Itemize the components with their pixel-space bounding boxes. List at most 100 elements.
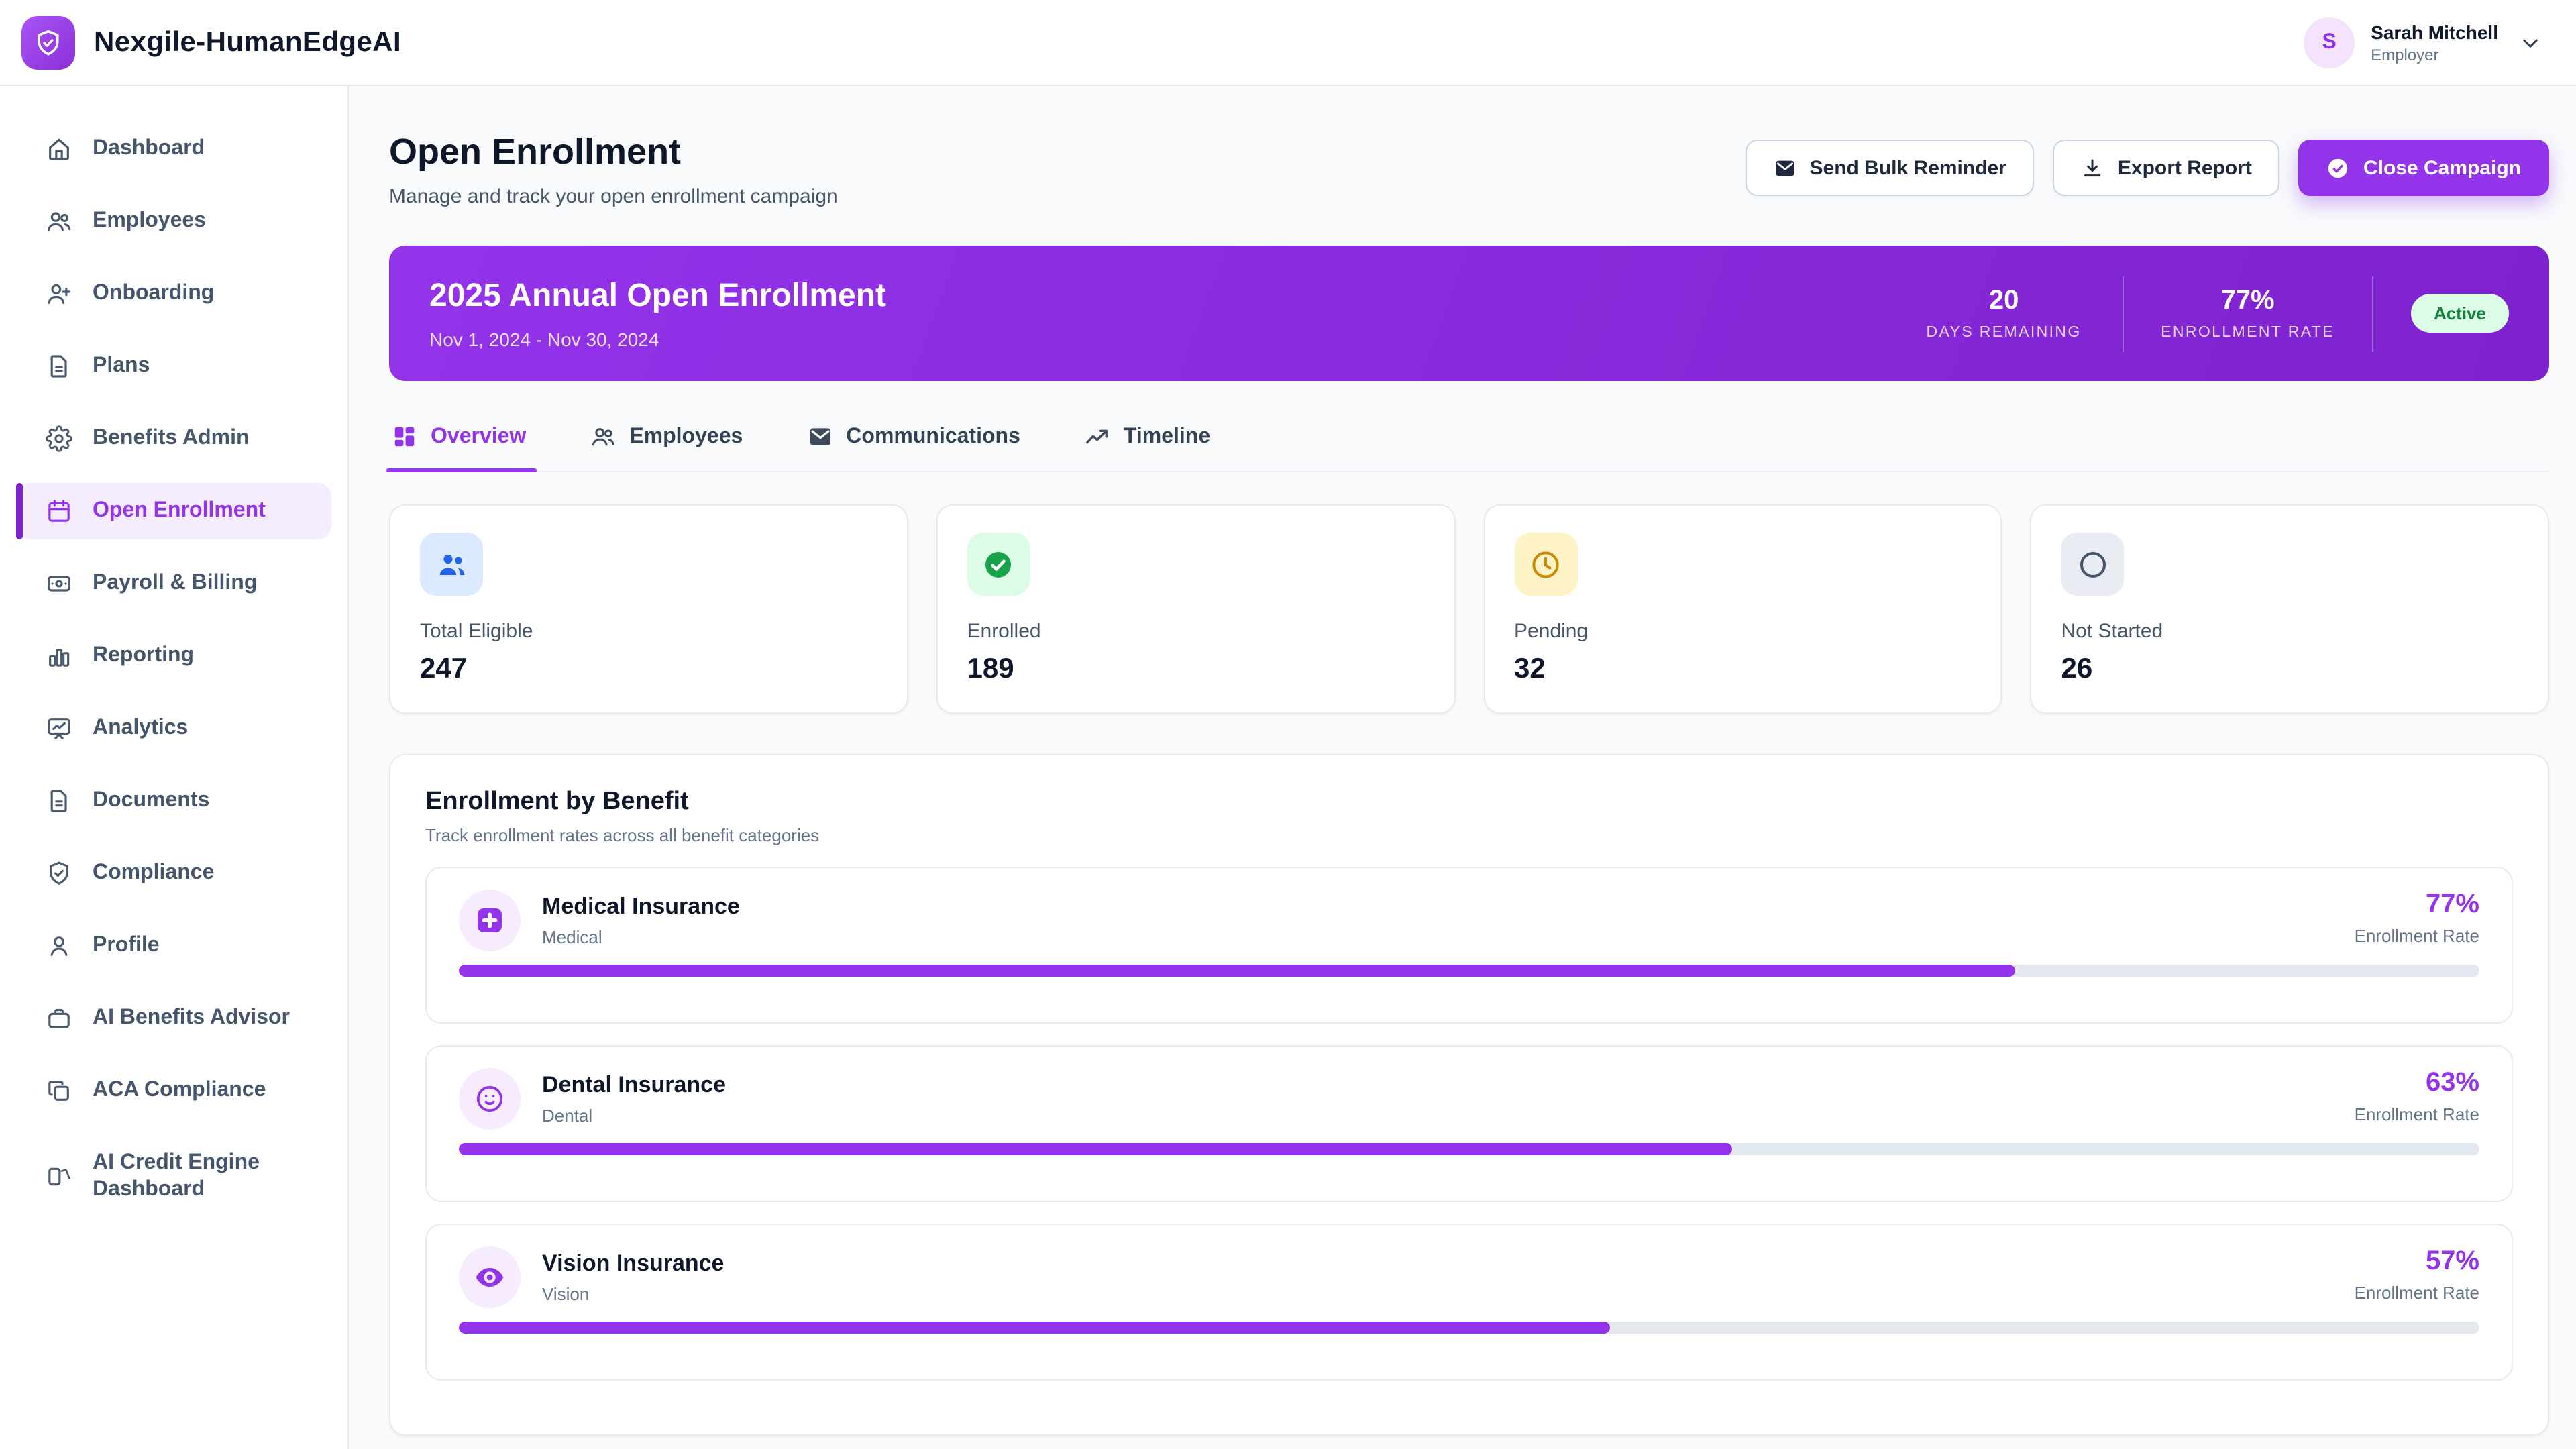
campaign-date-range: Nov 1, 2024 - Nov 30, 2024 bbox=[429, 328, 886, 350]
sidebar-item[interactable]: ACA Compliance bbox=[16, 1063, 331, 1119]
tab[interactable]: Overview bbox=[389, 424, 529, 471]
benefit-rate-value: 63% bbox=[2355, 1068, 2479, 1099]
sidebar-item-label: Compliance bbox=[93, 860, 214, 887]
sidebar: Dashboard Employees Onboarding Plans Ben… bbox=[0, 86, 349, 1449]
tab-label: Timeline bbox=[1124, 425, 1210, 449]
benefit-name: Vision Insurance bbox=[542, 1250, 724, 1277]
stat-card-grid: Total Eligible 247 Enrolled 189 Pending … bbox=[389, 504, 2549, 714]
benefit-category: Vision bbox=[542, 1284, 724, 1304]
shield-check-icon bbox=[34, 28, 63, 57]
stat-card: Total Eligible 247 bbox=[389, 504, 908, 714]
benefit-identity: Dental Insurance Dental bbox=[459, 1068, 726, 1130]
stat-icon-wrap bbox=[967, 533, 1030, 596]
sidebar-item-label: Payroll & Billing bbox=[93, 570, 257, 597]
page-subtitle: Manage and track your open enrollment ca… bbox=[389, 185, 838, 208]
sidebar-item[interactable]: Employees bbox=[16, 193, 331, 250]
tab-label: Overview bbox=[431, 425, 526, 449]
progress-track bbox=[459, 1143, 2479, 1155]
sidebar-item[interactable]: Payroll & Billing bbox=[16, 555, 331, 612]
enrollment-by-benefit-panel: Enrollment by Benefit Track enrollment r… bbox=[389, 754, 2549, 1436]
benefit-identity: Vision Insurance Vision bbox=[459, 1246, 724, 1308]
sidebar-item[interactable]: Benefits Admin bbox=[16, 411, 331, 467]
benefit-list: Medical Insurance Medical 77% Enrollment… bbox=[425, 867, 2513, 1381]
benefit-rate-value: 77% bbox=[2355, 890, 2479, 920]
download-icon bbox=[2082, 156, 2104, 179]
credit-card-icon bbox=[46, 570, 72, 597]
sidebar-item[interactable]: Profile bbox=[16, 918, 331, 974]
benefit-header: Dental Insurance Dental 63% Enrollment R… bbox=[459, 1068, 2479, 1130]
tab-bar: Overview Employees Communications Timeli… bbox=[389, 424, 2549, 472]
tab-label: Employees bbox=[629, 425, 743, 449]
app-root: Nexgile-HumanEdgeAI S Sarah Mitchell Emp… bbox=[0, 0, 2576, 1449]
sidebar-item-label: Documents bbox=[93, 788, 209, 814]
benefit-stats-row bbox=[459, 1171, 2479, 1179]
benefit-rate: 63% Enrollment Rate bbox=[2355, 1068, 2479, 1124]
clock-icon bbox=[1529, 548, 1562, 580]
sidebar-item[interactable]: Analytics bbox=[16, 700, 331, 757]
stat-label: Total Eligible bbox=[420, 620, 877, 643]
action-button-label: Close Campaign bbox=[2363, 156, 2521, 179]
divider bbox=[2372, 276, 2373, 351]
tab[interactable]: Communications bbox=[804, 424, 1023, 471]
sidebar-item[interactable]: AI Credit Engine Dashboard bbox=[16, 1135, 331, 1218]
tab[interactable]: Employees bbox=[588, 424, 745, 471]
action-button[interactable]: Send Bulk Reminder bbox=[1746, 140, 2035, 196]
sidebar-item-label: Plans bbox=[93, 353, 150, 380]
benefit-stat bbox=[1974, 1171, 2479, 1179]
users-filled-icon bbox=[435, 548, 468, 580]
stat-card: Pending 32 bbox=[1483, 504, 2002, 714]
user-icon bbox=[46, 932, 72, 959]
benefit-titles: Vision Insurance Vision bbox=[542, 1250, 724, 1304]
home-icon bbox=[46, 136, 72, 162]
panel-title: Enrollment by Benefit bbox=[425, 788, 2513, 817]
users-icon bbox=[46, 208, 72, 235]
medical-cross-icon bbox=[474, 904, 506, 936]
user-role: Employer bbox=[2371, 45, 2498, 64]
benefit-name: Dental Insurance bbox=[542, 1072, 726, 1099]
action-button[interactable]: Export Report bbox=[2053, 140, 2280, 196]
mail-icon bbox=[807, 424, 833, 449]
avatar-initial: S bbox=[2322, 30, 2336, 54]
sidebar-item-label: ACA Compliance bbox=[93, 1077, 266, 1104]
app-logo bbox=[21, 15, 75, 69]
sidebar-item[interactable]: Reporting bbox=[16, 628, 331, 684]
avatar: S bbox=[2304, 17, 2355, 68]
benefit-card: Medical Insurance Medical 77% Enrollment… bbox=[425, 867, 2513, 1024]
circle-icon bbox=[2077, 548, 2109, 580]
user-meta: Sarah Mitchell Employer bbox=[2371, 21, 2498, 64]
sidebar-item-label: Profile bbox=[93, 932, 160, 959]
benefit-stat bbox=[459, 1171, 964, 1179]
benefit-stat bbox=[1469, 1171, 1974, 1179]
campaign-banner: 2025 Annual Open Enrollment Nov 1, 2024 … bbox=[389, 246, 2549, 381]
sidebar-item-label: Employees bbox=[93, 208, 206, 235]
sidebar-item-label: Benefits Admin bbox=[93, 425, 250, 452]
tab[interactable]: Timeline bbox=[1082, 424, 1213, 471]
sidebar-item[interactable]: AI Benefits Advisor bbox=[16, 990, 331, 1046]
benefit-name: Medical Insurance bbox=[542, 894, 740, 920]
sidebar-item[interactable]: Plans bbox=[16, 338, 331, 394]
sidebar-item[interactable]: Compliance bbox=[16, 845, 331, 902]
campaign-metrics: 20 DAYS REMAINING 77% ENROLLMENT RATE Ac… bbox=[1923, 276, 2509, 351]
benefit-identity: Medical Insurance Medical bbox=[459, 890, 740, 951]
benefit-rate: 77% Enrollment Rate bbox=[2355, 890, 2479, 946]
progress-fill bbox=[459, 1143, 1732, 1155]
benefit-stat bbox=[459, 1350, 964, 1358]
user-menu[interactable]: S Sarah Mitchell Employer bbox=[2304, 17, 2541, 68]
action-button[interactable]: Close Campaign bbox=[2299, 140, 2549, 196]
check-circle-filled-icon bbox=[983, 548, 1015, 580]
sidebar-item[interactable]: Open Enrollment bbox=[16, 483, 331, 539]
sidebar-item[interactable]: Documents bbox=[16, 773, 331, 829]
gear-icon bbox=[46, 425, 72, 452]
sidebar-item-label: Onboarding bbox=[93, 280, 214, 307]
stat-value: 247 bbox=[420, 653, 877, 686]
benefit-rate-label: Enrollment Rate bbox=[2355, 1104, 2479, 1124]
benefit-stat bbox=[1469, 993, 1974, 1001]
grid-icon bbox=[392, 424, 417, 449]
panel-subtitle: Track enrollment rates across all benefi… bbox=[425, 825, 2513, 845]
progress-track bbox=[459, 1322, 2479, 1334]
sidebar-item[interactable]: Onboarding bbox=[16, 266, 331, 322]
action-button-label: Export Report bbox=[2118, 156, 2252, 179]
stat-card: Enrolled 189 bbox=[936, 504, 1456, 714]
sidebar-item[interactable]: Dashboard bbox=[16, 121, 331, 177]
stat-label: Not Started bbox=[2061, 620, 2519, 643]
